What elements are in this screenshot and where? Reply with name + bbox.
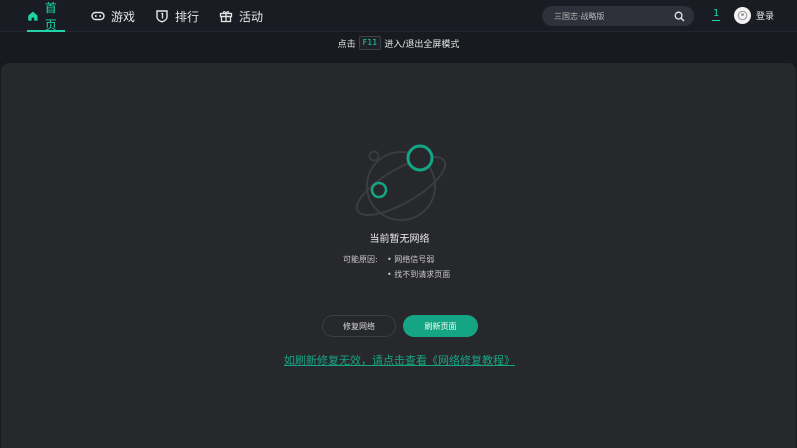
no-network-planet-icon — [355, 144, 447, 221]
gamepad-icon — [91, 11, 105, 21]
gift-icon — [219, 11, 233, 23]
reason-item: • 网络信号弱 — [387, 255, 435, 264]
login-link[interactable]: 登录 — [756, 9, 774, 22]
nav-item-rank[interactable]: 排行 — [155, 0, 199, 32]
top-nav-bar: 首页 游戏 排行 活动 三国志·战略版 1 登录 — [0, 0, 797, 32]
reasons-label: 可能原因: — [343, 255, 378, 264]
nav-item-home[interactable]: 首页 — [27, 0, 65, 32]
nav-item-games[interactable]: 游戏 — [91, 0, 135, 32]
hint-suffix: 进入/退出全屏模式 — [384, 39, 460, 50]
user-avatar-icon — [737, 10, 748, 21]
f11-key: F11 — [358, 36, 382, 50]
main-panel: 当前暂无网络 可能原因: • 网络信号弱 • 找不到请求页面 修复网络 刷新页面… — [1, 63, 796, 448]
repair-network-button[interactable]: 修复网络 — [322, 315, 396, 337]
notification-count[interactable]: 1 — [712, 8, 721, 21]
nav-item-events[interactable]: 活动 — [219, 0, 263, 32]
reason-item: • 找不到请求页面 — [387, 270, 451, 279]
home-icon — [28, 11, 38, 21]
network-tutorial-link[interactable]: 如刷新修复无效，请点击查看《网络修复教程》 — [1, 352, 797, 368]
refresh-page-button[interactable]: 刷新页面 — [403, 315, 478, 337]
avatar[interactable] — [734, 7, 751, 24]
nav-item-label: 游戏 — [111, 9, 136, 24]
search-box — [542, 6, 694, 26]
search-icon[interactable] — [670, 6, 688, 26]
hint-prefix: 点击 — [337, 39, 356, 50]
rank-badge-icon — [156, 10, 168, 23]
fullscreen-hint: 点击 F11 进入/退出全屏模式 — [0, 32, 797, 54]
error-title: 当前暂无网络 — [369, 234, 430, 245]
nav-item-label: 排行 — [175, 9, 200, 24]
nav-item-label: 活动 — [239, 9, 264, 24]
search-input[interactable] — [542, 11, 670, 21]
nav-item-label: 首页 — [44, 1, 57, 32]
